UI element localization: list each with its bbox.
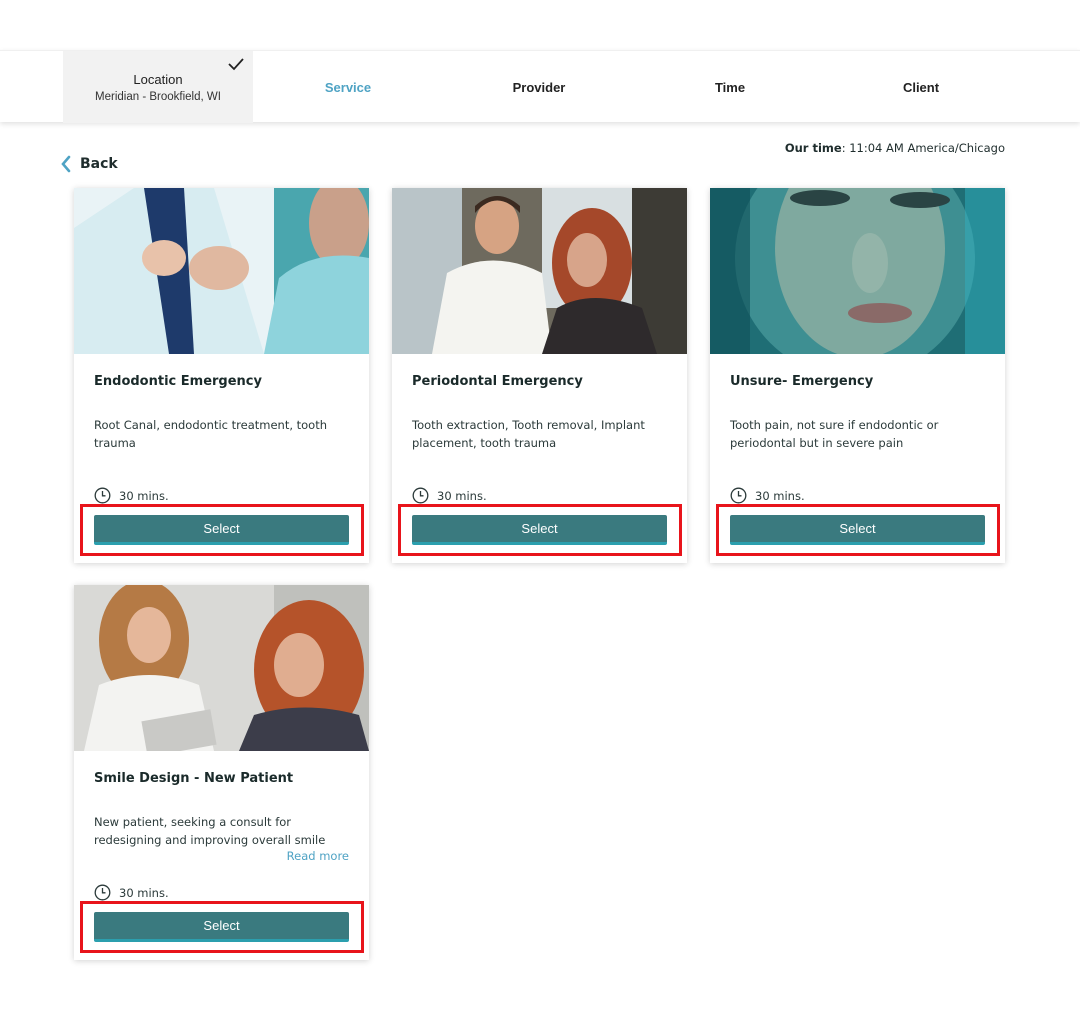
select-button[interactable]: Select bbox=[94, 912, 349, 942]
step-provider[interactable]: Provider bbox=[444, 51, 634, 123]
our-time: Our time: 11:04 AM America/Chicago bbox=[785, 141, 1005, 155]
card-description: Root Canal, endodontic treatment, tooth … bbox=[94, 418, 328, 450]
duration-text: 30 mins. bbox=[437, 488, 487, 503]
card-duration: 30 mins. bbox=[94, 884, 169, 901]
service-image bbox=[74, 585, 369, 751]
duration-text: 30 mins. bbox=[119, 885, 169, 900]
card-description: Tooth pain, not sure if endodontic or pe… bbox=[730, 418, 939, 450]
select-button[interactable]: Select bbox=[730, 515, 985, 545]
clock-icon bbox=[730, 487, 747, 504]
back-link[interactable]: Back bbox=[60, 155, 118, 173]
service-card: Unsure- Emergency Tooth pain, not sure i… bbox=[710, 188, 1005, 563]
step-label: Provider bbox=[512, 79, 566, 95]
card-duration: 30 mins. bbox=[412, 487, 487, 504]
step-location[interactable]: Location Meridian - Brookfield, WI bbox=[63, 51, 253, 123]
card-title: Periodontal Emergency bbox=[412, 374, 583, 389]
card-description: New patient, seeking a consult for redes… bbox=[94, 815, 326, 847]
service-image bbox=[710, 188, 1005, 354]
card-title: Smile Design - New Patient bbox=[94, 771, 294, 786]
step-label: Service bbox=[324, 79, 372, 95]
back-label: Back bbox=[80, 156, 118, 172]
card-duration: 30 mins. bbox=[730, 487, 805, 504]
step-client[interactable]: Client bbox=[826, 51, 1016, 123]
step-sublabel: Meridian - Brookfield, WI bbox=[95, 90, 221, 103]
select-button[interactable]: Select bbox=[412, 515, 667, 545]
duration-text: 30 mins. bbox=[755, 488, 805, 503]
card-duration: 30 mins. bbox=[94, 487, 169, 504]
our-time-value: : 11:04 AM America/Chicago bbox=[841, 141, 1005, 155]
card-title: Endodontic Emergency bbox=[94, 374, 262, 389]
select-button[interactable]: Select bbox=[94, 515, 349, 545]
service-card: Smile Design - New Patient New patient, … bbox=[74, 585, 369, 960]
step-label: Location bbox=[133, 71, 183, 87]
step-label: Time bbox=[714, 79, 746, 95]
card-title: Unsure- Emergency bbox=[730, 374, 874, 389]
our-time-label: Our time bbox=[784, 141, 842, 155]
service-card: Endodontic Emergency Root Canal, endodon… bbox=[74, 188, 369, 563]
clock-icon bbox=[94, 487, 111, 504]
check-icon bbox=[228, 58, 244, 71]
card-description: Tooth extraction, Tooth removal, Implant… bbox=[412, 418, 645, 450]
step-label: Client bbox=[902, 79, 940, 95]
service-image bbox=[392, 188, 687, 354]
clock-icon bbox=[94, 884, 111, 901]
step-service[interactable]: Service bbox=[253, 51, 443, 123]
step-time[interactable]: Time bbox=[635, 51, 825, 123]
service-card: Periodontal Emergency Tooth extraction, … bbox=[392, 188, 687, 563]
clock-icon bbox=[412, 487, 429, 504]
service-image bbox=[74, 188, 369, 354]
read-more-link[interactable]: Read more bbox=[287, 849, 349, 863]
chevron-left-icon bbox=[61, 155, 71, 173]
duration-text: 30 mins. bbox=[119, 488, 169, 503]
step-bar: Location Meridian - Brookfield, WI Servi… bbox=[0, 50, 1080, 123]
